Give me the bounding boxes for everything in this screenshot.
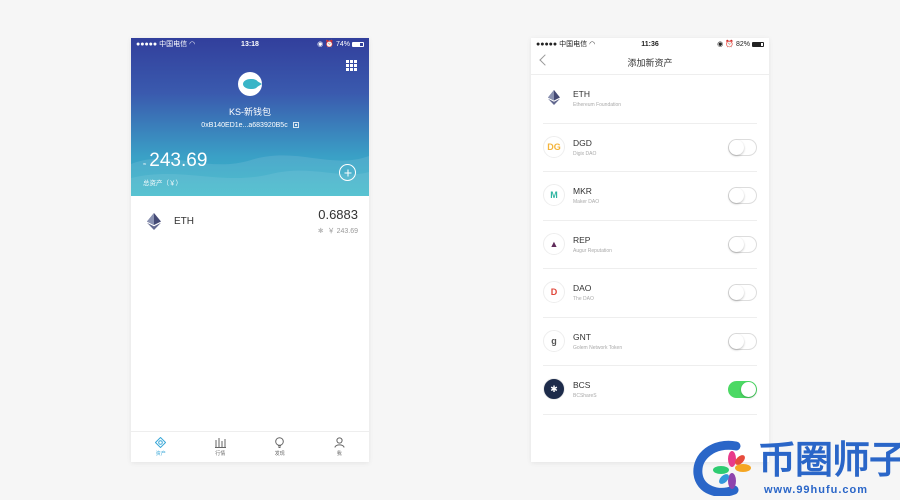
nav-bar: 添加新资产	[531, 50, 769, 75]
token-row-rep[interactable]: ▲ REP Augur Reputation	[531, 221, 769, 269]
toggle-knob	[729, 333, 744, 349]
token-row-dao[interactable]: D DAO The DAO	[531, 269, 769, 318]
token-row-mkr[interactable]: M MKR Maker DAO	[531, 172, 769, 221]
lock-rotation-icon: ◉	[317, 41, 324, 48]
token-toggle[interactable]	[728, 332, 757, 350]
tab-label: 资产	[155, 451, 166, 457]
profile-icon	[334, 437, 345, 448]
row-divider	[543, 413, 757, 415]
token-symbol: GNT	[573, 331, 591, 342]
toggle-knob	[729, 188, 744, 203]
battery-percent: 74%	[335, 40, 350, 48]
signal-icon: ●●●●●	[536, 40, 558, 48]
toggle-knob	[729, 285, 744, 300]
toggle-knob	[741, 382, 756, 397]
discover-icon	[275, 437, 285, 448]
token-row-dgd[interactable]: DG DGD Digix DAO	[531, 124, 769, 172]
brand-url: www.99hufu.com	[764, 484, 869, 496]
token-name: Golem Network Token	[573, 344, 623, 351]
battery-icon	[352, 41, 364, 47]
token-symbol: DAO	[573, 283, 592, 293]
token-row-gnt[interactable]: g GNT Golem Network Token	[531, 318, 769, 366]
token-symbol: BCS	[573, 380, 591, 390]
alarm-icon: ⏰	[325, 41, 334, 48]
tab-profile[interactable]: 我	[310, 432, 370, 462]
add-asset-screen: ●●●●● 中国电信 ◠ 11:36 ◉ ⏰ 82% 添加新资产 ETH Ethe…	[531, 38, 769, 462]
tab-label: 我	[336, 451, 342, 457]
token-name: Maker DAO	[573, 199, 600, 205]
apps-grid-icon[interactable]	[346, 60, 357, 71]
mkr-icon: M	[543, 184, 565, 206]
total-balance-label: 总资产（￥）	[143, 180, 182, 187]
token-toggle[interactable]	[728, 138, 757, 156]
token-toggle[interactable]	[728, 187, 757, 204]
token-name: The DAO	[573, 296, 594, 302]
approx-icon: ≈	[143, 162, 147, 168]
wallet-icon	[155, 437, 167, 448]
wallet-name: KS-新钱包	[228, 107, 271, 117]
token-row-bcs[interactable]: ✱ BCS BCShareS	[531, 366, 769, 415]
token-row-eth[interactable]: ETH Ethereum Foundation	[531, 75, 769, 124]
token-symbol: MKR	[573, 186, 592, 196]
gnt-icon: g	[543, 329, 565, 352]
wifi-icon: ◠	[189, 41, 196, 48]
tab-label: 行情	[215, 451, 226, 457]
asset-amount: 0.6883	[318, 207, 358, 222]
wallet-address[interactable]: 0xB140ED1e...a683920B5c	[131, 122, 369, 129]
token-toggle[interactable]	[728, 381, 757, 398]
token-toggle[interactable]	[728, 284, 757, 301]
token-symbol: ETH	[573, 89, 590, 99]
status-bar: ●●●●● 中国电信 ◠ 13:18 ◉ ⏰ 74%	[131, 38, 369, 50]
tab-assets[interactable]: 资产	[131, 432, 191, 462]
battery-icon	[752, 41, 764, 47]
total-balance-value: 243.69	[149, 150, 208, 171]
asset-fiat-text: ￥ 243.69	[327, 228, 358, 235]
brand-logo-icon	[693, 440, 751, 496]
add-asset-button[interactable]	[339, 164, 356, 181]
wallet-avatar[interactable]	[238, 72, 262, 96]
toggle-knob	[729, 139, 744, 155]
toggle-knob	[729, 236, 744, 252]
page-title: 添加新资产	[627, 58, 673, 68]
wifi-icon: ◠	[589, 41, 596, 48]
asset-fiat-value: ✱ ￥ 243.69	[318, 226, 358, 236]
wallet-address-text: 0xB140ED1e...a683920B5c	[201, 122, 288, 129]
token-toggle[interactable]	[728, 235, 757, 253]
chart-icon	[214, 438, 226, 448]
rep-icon: ▲	[543, 232, 565, 255]
star-icon: ✱	[317, 228, 324, 235]
carrier-label: 中国电信	[159, 41, 188, 48]
qr-code-icon[interactable]	[292, 122, 299, 128]
tab-discover[interactable]: 发现	[250, 432, 310, 462]
tab-market[interactable]: 行情	[191, 432, 251, 462]
wallet-header: ●●●●● 中国电信 ◠ 13:18 ◉ ⏰ 74% KS-新钱包 0xB140…	[131, 38, 369, 196]
total-balance: ≈ 243.69	[143, 150, 207, 172]
token-name: Augur Reputation	[573, 247, 612, 254]
brand-text: 币圈师子	[758, 440, 900, 482]
carrier-label: 中国电信	[559, 41, 588, 48]
lock-rotation-icon: ◉	[717, 41, 724, 48]
eth-icon	[548, 90, 560, 105]
token-name: Digix DAO	[573, 150, 597, 157]
token-name: BCShareS	[573, 393, 597, 399]
status-bar: ●●●●● 中国电信 ◠ 11:36 ◉ ⏰ 82%	[531, 38, 769, 50]
wallet-screen: ●●●●● 中国电信 ◠ 13:18 ◉ ⏰ 74% KS-新钱包 0xB140…	[131, 38, 369, 462]
battery-percent: 82%	[735, 40, 750, 48]
fish-icon	[242, 79, 262, 89]
asset-symbol: ETH	[174, 216, 194, 227]
asset-row-eth[interactable]: ETH 0.6883 ✱ ￥ 243.69	[131, 196, 369, 246]
tab-bar: 资产 行情 发现 我	[131, 431, 369, 462]
token-symbol: REP	[573, 234, 591, 245]
dgd-icon: DG	[543, 135, 565, 158]
token-name: Ethereum Foundation	[573, 102, 622, 108]
eth-icon	[147, 213, 161, 230]
alarm-icon: ⏰	[725, 41, 734, 48]
watermark: 币圈师子 www.99hufu.com	[688, 436, 900, 500]
signal-icon: ●●●●●	[136, 40, 158, 48]
tab-label: 发现	[274, 451, 285, 457]
dao-icon: D	[543, 281, 565, 303]
token-symbol: DGD	[573, 137, 592, 148]
bcs-icon: ✱	[543, 378, 565, 400]
